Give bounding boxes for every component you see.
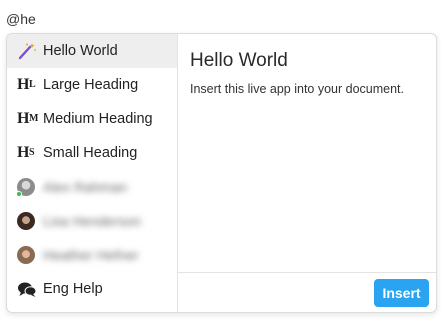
list-item-label: Alex Rahman [43,179,128,195]
detail-footer: Insert [178,272,436,312]
list-item-label: Medium Heading [43,111,153,127]
heading-small-icon: HS [17,144,35,161]
list-item-medium-heading[interactable]: HM Medium Heading [7,102,177,136]
list-item-label: Hello World [43,43,118,59]
detail-description: Insert this live app into your document. [190,82,405,96]
list-item-label: Lisa Henderson [43,213,142,229]
chat-bubbles-icon [17,279,39,299]
list-item-label: Large Heading [43,77,139,93]
mention-popup: Hello World HL Large Heading HM Medium H… [6,33,437,313]
list-item-hello-world[interactable]: Hello World [7,34,177,68]
avatar [17,212,35,230]
online-status-dot [16,191,22,197]
list-item-person[interactable]: Heather Hefner [7,238,177,272]
heading-large-icon: HL [17,76,36,93]
magic-wand-icon [17,41,39,61]
heading-medium-icon: HM [17,110,38,127]
mention-query: @he [6,11,36,27]
detail-title: Hello World [190,50,288,71]
list-item-person[interactable]: Lisa Henderson [7,204,177,238]
avatar [16,178,35,197]
list-item-person[interactable]: Alex Rahman [7,170,177,204]
list-item-label: Small Heading [43,145,138,161]
list-item-eng-help[interactable]: Eng Help [7,272,177,306]
list-item-small-heading[interactable]: HS Small Heading [7,136,177,170]
avatar [17,246,35,264]
list-item-label: Eng Help [43,281,103,297]
list-item-label: Heather Hefner [43,247,139,263]
insert-button[interactable]: Insert [374,279,429,307]
list-item-large-heading[interactable]: HL Large Heading [7,68,177,102]
detail-panel: Hello World Insert this live app into yo… [178,34,436,312]
suggestion-list: Hello World HL Large Heading HM Medium H… [7,34,178,312]
